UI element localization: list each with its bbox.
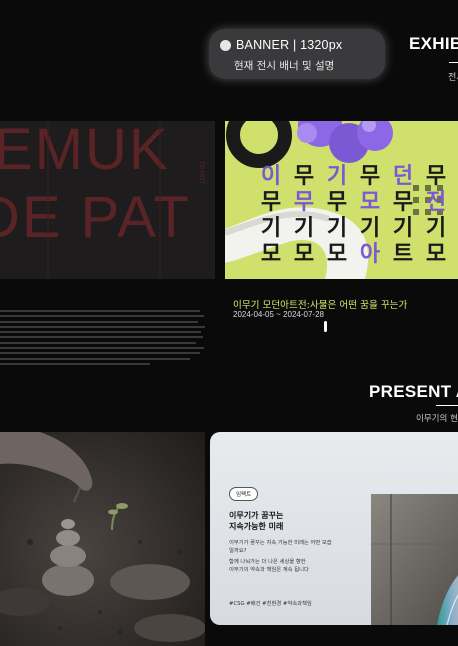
poster-char: 무 (393, 190, 413, 215)
impact-card-paragraph: 이무기가 꿈꾸는 지속 가능한 미래는 어떤 모습 일까요? (229, 540, 332, 554)
poster-char: 아 (360, 242, 381, 267)
impact-card-tags: #CSG #배건 #친환경 #약속과책임 (229, 601, 312, 607)
poster-char: 무 (261, 190, 281, 215)
poster-text-1: EMUK (0, 121, 170, 182)
poster-char: 기 (261, 216, 281, 241)
section-subheading-present: 이무기의 현재 (416, 414, 458, 424)
sprout-photo[interactable] (0, 432, 205, 646)
poster-char: 무 (426, 164, 446, 189)
poster-char: 기 (327, 164, 347, 189)
heading-underline (449, 62, 458, 63)
tooltip-title: BANNER | 1320px (236, 38, 343, 52)
poster-char: 무 (360, 164, 380, 189)
previous-banner-description (0, 310, 205, 365)
poster-char: 기 (327, 216, 347, 241)
section-heading-present: PRESENT AI (369, 382, 458, 401)
depat-poster-art: EMUK DE PAT TO MOT (0, 121, 215, 279)
poster-char: 모 (261, 242, 281, 267)
section-subheading-exhibition: 전시 (448, 73, 458, 83)
hand-with-seedling-image (0, 432, 205, 646)
section-heading-exhibition: EXHIB (409, 34, 458, 53)
poster-char: 모 (327, 242, 347, 267)
poster-text-2: DE PAT (0, 185, 191, 250)
concrete-iridescent-art (371, 494, 458, 625)
impact-card-title: 이무기가 꿈꾸는 지속가능한 미래 (229, 511, 284, 531)
banner-caption[interactable]: 이무기 모던아트전:사물은 어떤 꿈을 꾸는가 (233, 297, 407, 311)
poster-char: 기 (426, 216, 446, 241)
poster-char: 무 (294, 164, 314, 189)
concrete-wall-image (371, 494, 458, 625)
poster-char: 트 (393, 242, 413, 267)
poster-char: 이 (261, 164, 281, 189)
text-cursor-icon (324, 321, 327, 332)
poster-char: 모 (426, 242, 446, 267)
poster-char: 무 (327, 190, 347, 215)
poster-char: 모 (360, 190, 380, 215)
impact-card[interactable]: 임팩트 이무기가 꿈꾸는 지속가능한 미래 이무기가 꿈꾸는 지속 가능한 미래… (210, 432, 458, 625)
poster-char: 던 (393, 164, 413, 189)
banner-card-previous[interactable]: EMUK DE PAT TO MOT (0, 121, 215, 279)
banner-card-current[interactable]: 이 무 기 모 무 무 기 모 기 무 기 모 무 모 기 아 던 무 기 트 … (225, 121, 458, 279)
poster-small-text: TO MOT (198, 161, 204, 185)
bullet-dot-icon (220, 40, 231, 51)
impact-card-paragraph: 함께 나눠가는 더 나은 세상을 향한 이무기의 약속과 책임은 계속 됩니다 (229, 559, 309, 573)
tooltip-subtitle: 현재 전시 배너 및 설명 (234, 60, 335, 72)
poster-char: 무 (294, 190, 314, 215)
poster-char: 기 (393, 216, 413, 241)
poster-char: 기 (360, 216, 380, 241)
heading-underline (436, 405, 458, 406)
poster-char: 모 (294, 242, 314, 267)
poster-char: 전 (426, 190, 446, 215)
banner-tooltip: BANNER | 1320px 현재 전시 배너 및 설명 (209, 29, 385, 79)
modern-art-poster: 이 무 기 모 무 무 기 모 기 무 기 모 무 모 기 아 던 무 기 트 … (225, 121, 458, 279)
banner-date: 2024-04-05 ~ 2024-07-28 (233, 310, 324, 319)
impact-badge: 임팩트 (229, 487, 259, 501)
poster-char: 기 (294, 216, 314, 241)
